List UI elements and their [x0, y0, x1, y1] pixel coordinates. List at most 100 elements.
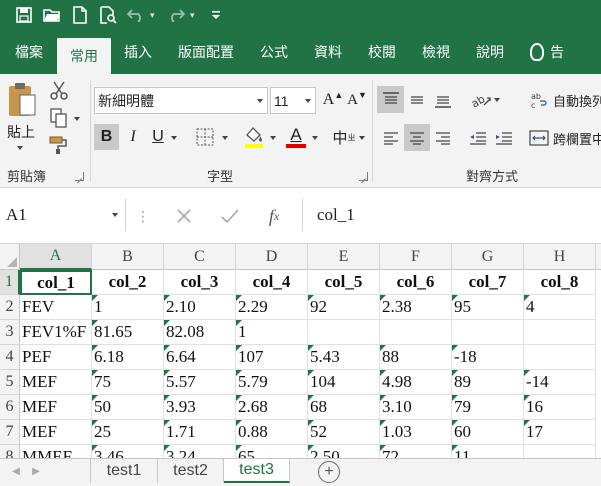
- cell-e6[interactable]: 68: [308, 395, 380, 420]
- copy-icon[interactable]: [48, 107, 70, 129]
- row-header-1[interactable]: 1: [0, 270, 20, 295]
- wrap-text-label[interactable]: 自動換列: [553, 91, 601, 110]
- tab-view[interactable]: 檢視: [409, 30, 463, 74]
- format-painter-icon[interactable]: [48, 134, 70, 156]
- column-header-d[interactable]: D: [236, 244, 308, 270]
- tab-home[interactable]: 常用: [57, 38, 111, 74]
- align-left-icon[interactable]: [377, 124, 404, 151]
- shrink-font-icon[interactable]: A ▼: [346, 88, 368, 112]
- cell-g5[interactable]: 89: [452, 370, 524, 395]
- fill-color-dropdown-icon[interactable]: [270, 136, 276, 140]
- cell-e5[interactable]: 104: [308, 370, 380, 395]
- cell-f8[interactable]: 72: [380, 445, 452, 458]
- insert-function-icon[interactable]: fx: [260, 202, 288, 230]
- cell-f1[interactable]: col_6: [380, 270, 452, 295]
- row-header-3[interactable]: 3: [0, 320, 20, 345]
- worksheet-grid[interactable]: A B C D E F G H 1 col_1 col_2 col_3 col_4 col_5 col_6 c…: [0, 244, 601, 458]
- cell-b2[interactable]: 1: [92, 295, 164, 320]
- cell-g2[interactable]: 95: [452, 295, 524, 320]
- column-header-overflow[interactable]: [596, 244, 601, 270]
- font-color-icon[interactable]: A: [284, 124, 308, 150]
- sheet-nav-prev-icon[interactable]: ◀: [10, 464, 22, 478]
- cut-icon[interactable]: [48, 80, 70, 102]
- more-options-icon[interactable]: ⋮: [136, 206, 150, 226]
- enter-icon[interactable]: [216, 202, 244, 230]
- column-header-b[interactable]: B: [92, 244, 164, 270]
- tab-review[interactable]: 校閱: [355, 30, 409, 74]
- cell-c2[interactable]: 2.10: [164, 295, 236, 320]
- paste-dropdown-icon[interactable]: [17, 146, 23, 150]
- orientation-dropdown-icon[interactable]: [494, 98, 500, 102]
- cell-g8[interactable]: 11: [452, 445, 524, 458]
- borders-dropdown-icon[interactable]: [222, 136, 228, 140]
- tab-data[interactable]: 資料: [301, 30, 355, 74]
- cell-h8[interactable]: [524, 445, 596, 458]
- cell-c8[interactable]: 3.24: [164, 445, 236, 458]
- cell-h1[interactable]: col_8: [524, 270, 596, 295]
- cell-d5[interactable]: 5.79: [236, 370, 308, 395]
- wrap-text-icon[interactable]: ab c: [528, 86, 550, 113]
- cell-d2[interactable]: 2.29: [236, 295, 308, 320]
- cell-e7[interactable]: 52: [308, 420, 380, 445]
- new-document-icon[interactable]: [66, 2, 94, 28]
- phonetic-dropdown-icon[interactable]: [359, 136, 365, 140]
- customize-icon[interactable]: [202, 2, 230, 28]
- orientation-icon[interactable]: ab: [468, 86, 494, 113]
- font-color-dropdown-icon[interactable]: [312, 136, 318, 140]
- cell-a2[interactable]: FEV: [20, 295, 92, 320]
- save-icon[interactable]: [10, 2, 38, 28]
- font-name-select[interactable]: 新細明體: [94, 87, 268, 114]
- italic-button[interactable]: I: [122, 124, 144, 150]
- cell-d8[interactable]: 65: [236, 445, 308, 458]
- cell-g3[interactable]: [452, 320, 524, 345]
- cell-b3[interactable]: 81.65: [92, 320, 164, 345]
- undo-dropdown-icon[interactable]: ▾: [150, 10, 158, 21]
- row-header-2[interactable]: 2: [0, 295, 20, 320]
- cell-g1[interactable]: col_7: [452, 270, 524, 295]
- cell-f2[interactable]: 2.38: [380, 295, 452, 320]
- merge-center-icon[interactable]: [528, 124, 550, 151]
- redo-icon[interactable]: [162, 2, 190, 28]
- cell-b8[interactable]: 3.46: [92, 445, 164, 458]
- cell-a1[interactable]: col_1: [20, 270, 92, 295]
- cell-a4[interactable]: PEF: [20, 345, 92, 370]
- phonetic-guide-icon[interactable]: 中ㄓ: [332, 124, 356, 150]
- undo-icon[interactable]: [122, 2, 150, 28]
- paste-button[interactable]: 貼上: [7, 122, 35, 142]
- sheet-nav-next-icon[interactable]: ▶: [30, 464, 42, 478]
- tab-help[interactable]: 說明: [463, 30, 517, 74]
- clipboard-launcher-icon[interactable]: [75, 172, 84, 181]
- sheet-tab-test3[interactable]: test3: [224, 459, 290, 483]
- cell-a5[interactable]: MEF: [20, 370, 92, 395]
- cell-a7[interactable]: MEF: [20, 420, 92, 445]
- open-folder-icon[interactable]: [38, 2, 66, 28]
- cell-b1[interactable]: col_2: [92, 270, 164, 295]
- cell-e2[interactable]: 92: [308, 295, 380, 320]
- column-header-e[interactable]: E: [308, 244, 380, 270]
- cell-g6[interactable]: 79: [452, 395, 524, 420]
- align-top-icon[interactable]: [377, 86, 404, 113]
- row-header-4[interactable]: 4: [0, 345, 20, 370]
- cell-c6[interactable]: 3.93: [164, 395, 236, 420]
- cell-c7[interactable]: 1.71: [164, 420, 236, 445]
- align-bottom-icon[interactable]: [430, 86, 456, 113]
- cell-h7[interactable]: 17: [524, 420, 596, 445]
- cell-a6[interactable]: MEF: [20, 395, 92, 420]
- tab-insert[interactable]: 插入: [111, 30, 165, 74]
- cell-b5[interactable]: 75: [92, 370, 164, 395]
- cell-g4[interactable]: -18: [452, 345, 524, 370]
- cell-e8[interactable]: 2.50: [308, 445, 380, 458]
- cell-h4[interactable]: [524, 345, 596, 370]
- row-header-8[interactable]: 8: [0, 445, 20, 458]
- cell-h5[interactable]: -14: [524, 370, 596, 395]
- cell-h2[interactable]: 4: [524, 295, 596, 320]
- cell-f6[interactable]: 3.10: [380, 395, 452, 420]
- align-center-icon[interactable]: [404, 124, 430, 151]
- cell-e1[interactable]: col_5: [308, 270, 380, 295]
- formula-input[interactable]: col_1: [302, 199, 601, 231]
- sheet-tab-test1[interactable]: test1: [90, 459, 158, 483]
- cell-e4[interactable]: 5.43: [308, 345, 380, 370]
- tab-page-layout[interactable]: 版面配置: [165, 30, 247, 74]
- increase-indent-icon[interactable]: [492, 124, 516, 151]
- cell-c1[interactable]: col_3: [164, 270, 236, 295]
